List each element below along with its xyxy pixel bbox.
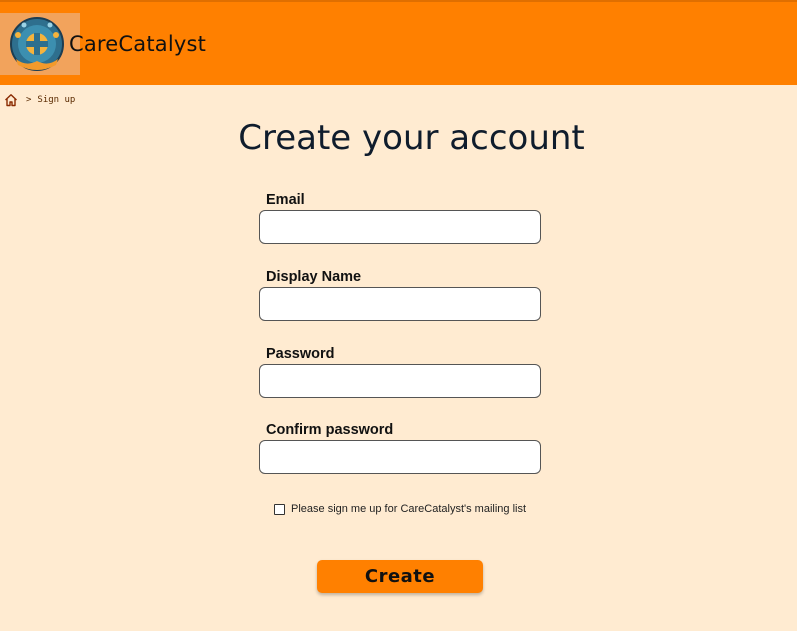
password-label: Password	[266, 346, 335, 362]
display-name-field[interactable]	[259, 287, 541, 321]
breadcrumb-separator: >	[26, 95, 32, 105]
display-name-label: Display Name	[266, 269, 362, 285]
home-icon[interactable]	[4, 93, 18, 107]
email-field[interactable]	[259, 210, 541, 244]
email-group: Email	[259, 190, 541, 244]
breadcrumb-current: Sign up	[37, 95, 76, 105]
password-group: Password	[259, 344, 541, 398]
carecatalyst-logo-icon	[10, 17, 64, 71]
display-name-group: Display Name	[259, 267, 541, 321]
mailing-list-option[interactable]: Please sign me up for CareCatalyst's mai…	[274, 503, 526, 515]
brand-name[interactable]: CareCatalyst	[69, 32, 206, 56]
logo[interactable]	[0, 13, 80, 75]
mailing-list-label: Please sign me up for CareCatalyst's mai…	[291, 503, 527, 515]
breadcrumb: > Sign up	[4, 92, 75, 108]
app-header: CareCatalyst	[0, 0, 797, 85]
create-button[interactable]: Create	[317, 560, 483, 593]
email-label: Email	[266, 192, 305, 208]
page-title: Create your account	[238, 118, 585, 158]
password-field[interactable]	[259, 364, 541, 398]
confirm-password-field[interactable]	[259, 440, 541, 474]
confirm-password-group: Confirm password	[259, 420, 541, 474]
mailing-list-checkbox[interactable]	[274, 503, 285, 515]
confirm-password-label: Confirm password	[266, 422, 394, 438]
